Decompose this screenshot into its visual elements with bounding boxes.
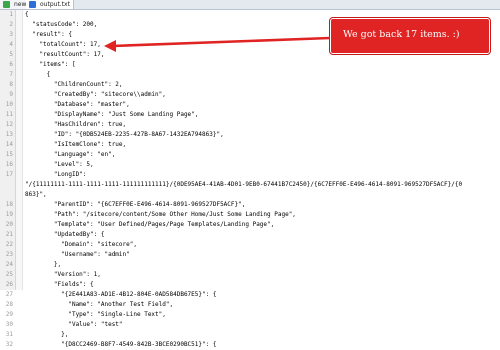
annotation-arrow	[104, 36, 331, 52]
line-text: "Type": "Single-Line Text",	[25, 311, 166, 318]
line-number: 31	[5, 331, 13, 338]
line-number: 29	[5, 311, 13, 318]
line-number: 28	[5, 301, 13, 308]
line-number: 30	[5, 321, 13, 328]
line-text: "{2E441A83-AD1E-4B12-804E-0AD584DB67E5}"…	[25, 291, 217, 298]
line-text: "Name": "Another Test Field",	[25, 301, 174, 308]
line-number: 32	[5, 341, 13, 348]
line-text: },	[25, 331, 69, 338]
line-text: "{D8CC2469-B8F7-4549-842B-3BCE0290BC51}"…	[25, 341, 217, 348]
line-number: 27	[5, 291, 13, 298]
line-text: "Value": "test"	[25, 321, 123, 328]
